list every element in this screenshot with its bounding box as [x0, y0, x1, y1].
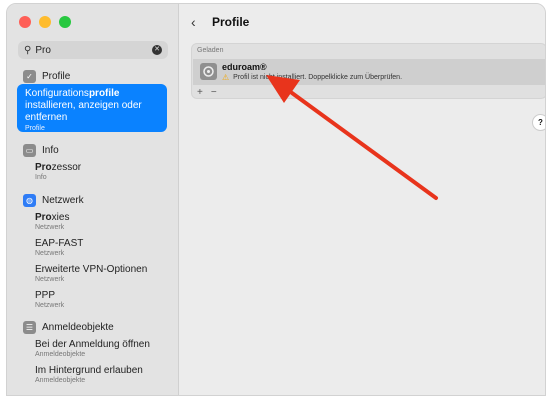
item-highlight: Pro	[35, 212, 52, 223]
item-text: EAP-FAST	[35, 238, 84, 249]
sidebar-group-network: ◍ Netzwerk Proxies Netzwerk EAP-FAST Netzwe…	[7, 191, 179, 313]
sidebar-header-info[interactable]: ▭ Info	[7, 141, 179, 159]
remove-profile-button[interactable]: −	[211, 87, 217, 98]
item-text: PPP	[35, 290, 56, 301]
panel-title: Geladen	[197, 47, 224, 54]
item-text: Im Hintergrund erlauben	[35, 365, 143, 376]
search-field[interactable]: ⚲ ✕	[18, 41, 168, 59]
item-text: xies	[51, 212, 70, 223]
item-text: zessor	[51, 162, 82, 173]
sidebar: ⚲ ✕ ✓ Profile Konfigurationsprofile insta…	[7, 4, 179, 395]
checkmark-badge-icon: ✓	[23, 69, 36, 83]
item-subtitle: Info	[35, 174, 47, 181]
item-subtitle: Netzwerk	[35, 276, 65, 283]
item-subtitle: Netzwerk	[35, 250, 65, 257]
group-label: Profile	[42, 70, 71, 82]
sidebar-header-netzwerk[interactable]: ◍ Netzwerk	[7, 191, 179, 209]
sidebar-item-eap-fast[interactable]: EAP-FAST Netzwerk	[35, 235, 169, 261]
sidebar-item-allow-background[interactable]: Im Hintergrund erlauben Anmeldeobjekte	[35, 362, 169, 388]
item-text: installieren, anzeigen oder entfernen	[25, 100, 142, 123]
profile-status-text: Profil ist nicht installiert. Doppelklic…	[233, 74, 403, 81]
warning-icon: ⚠	[222, 73, 230, 82]
profile-name: eduroam®	[222, 62, 267, 72]
group-label: Netzwerk	[42, 194, 84, 206]
sidebar-item-ppp[interactable]: PPP Netzwerk	[35, 287, 169, 313]
sidebar-item-proxies[interactable]: Proxies Netzwerk	[35, 209, 169, 235]
sidebar-item-config-profiles[interactable]: Konfigurationsprofile installieren, anze…	[17, 84, 167, 132]
group-label: Anmeldeobjekte	[42, 321, 114, 333]
settings-window: ⚲ ✕ ✓ Profile Konfigurationsprofile insta…	[6, 3, 546, 396]
window-controls	[19, 16, 71, 28]
page-title: Profile	[212, 15, 250, 29]
sidebar-group-profile[interactable]: ✓ Profile	[7, 67, 179, 85]
profile-row[interactable]: eduroam® ⚠ Profil ist nicht installiert.…	[193, 59, 545, 85]
back-chevron-icon[interactable]: ‹	[191, 14, 196, 30]
zoom-window-button[interactable]	[59, 16, 71, 28]
search-icon: ⚲	[24, 44, 32, 56]
item-subtitle: Profile	[25, 125, 45, 132]
globe-icon: ◍	[23, 193, 36, 207]
close-window-button[interactable]	[19, 16, 31, 28]
item-highlight: profile	[88, 88, 120, 99]
item-subtitle: Anmeldeobjekte	[35, 377, 86, 384]
clear-search-icon[interactable]: ✕	[152, 45, 162, 55]
minimize-window-button[interactable]	[39, 16, 51, 28]
gear-icon	[200, 63, 217, 80]
sidebar-group-info: ▭ Info Prozessor Info	[7, 141, 179, 185]
profile-status: ⚠ Profil ist nicht installiert. Doppelkl…	[222, 73, 402, 82]
help-button[interactable]: ?	[532, 114, 545, 131]
sidebar-item-open-at-login[interactable]: Bei der Anmeldung öffnen Anmeldeobjekte	[35, 336, 169, 362]
item-subtitle: Anmeldeobjekte	[35, 351, 86, 358]
sidebar-item-vpn-options[interactable]: Erweiterte VPN-Optionen Netzwerk	[35, 261, 169, 287]
item-text: Konfigurations	[25, 88, 89, 99]
add-profile-button[interactable]: +	[197, 87, 203, 98]
list-icon: ☰	[23, 320, 36, 334]
sidebar-item-prozessor[interactable]: Prozessor Info	[35, 159, 169, 185]
add-remove-controls: + −	[197, 87, 217, 98]
item-subtitle: Netzwerk	[35, 302, 65, 309]
sidebar-header-anmeldeobjekte[interactable]: ☰ Anmeldeobjekte	[7, 318, 179, 336]
item-subtitle: Netzwerk	[35, 224, 65, 231]
group-label: Info	[42, 144, 59, 156]
item-highlight: Pro	[35, 162, 52, 173]
item-text: Bei der Anmeldung öffnen	[35, 339, 150, 350]
info-icon: ▭	[23, 143, 36, 157]
main-content: ‹ Profile Geladen eduroam® ⚠ Profil ist …	[179, 4, 545, 395]
toolbar: ‹ Profile	[179, 4, 545, 40]
sidebar-group-login-items: ☰ Anmeldeobjekte Bei der Anmeldung öffnen…	[7, 318, 179, 388]
item-text: Erweiterte VPN-Optionen	[35, 264, 148, 275]
profiles-panel: Geladen eduroam® ⚠ Profil ist nicht inst…	[191, 43, 545, 99]
search-input[interactable]	[35, 44, 146, 56]
